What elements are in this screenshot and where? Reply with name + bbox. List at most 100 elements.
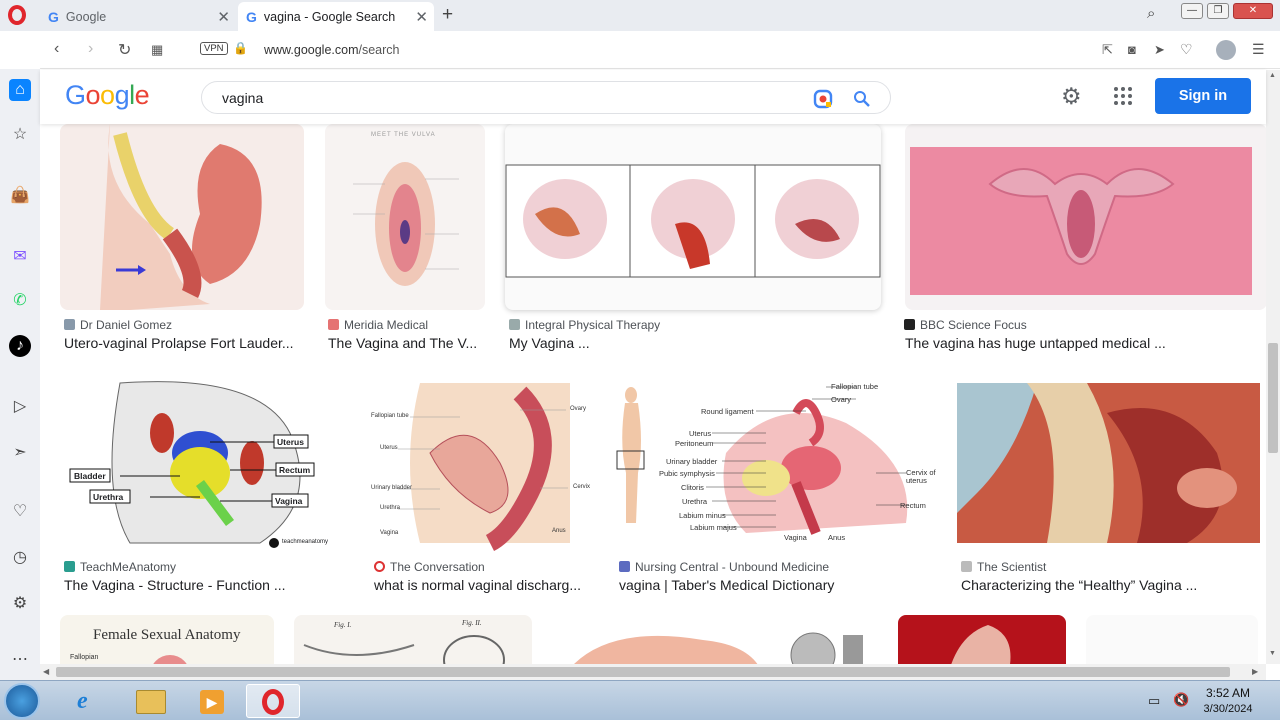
result-image-2[interactable]: MEET THE VULVA (325, 124, 485, 310)
new-tab-icon[interactable]: + (442, 4, 453, 26)
easy-setup-icon[interactable]: ☰ (1252, 41, 1265, 58)
camera-icon[interactable]: ◙ (1128, 42, 1136, 57)
send-icon[interactable]: ➣ (9, 442, 31, 464)
site-favicon-icon (509, 319, 520, 330)
reload-icon[interactable]: ↻ (118, 40, 131, 60)
whatsapp-icon[interactable]: ✆ (9, 290, 31, 312)
google-favicon-icon: G (48, 8, 59, 25)
logo-letter: G (65, 80, 86, 110)
maximize-button[interactable]: ❐ (1207, 3, 1229, 19)
speed-dial-icon[interactable]: ▦ (151, 42, 163, 58)
scroll-right-icon[interactable]: ▶ (1252, 667, 1258, 676)
tab-vagina-search[interactable]: G vagina - Google Search ✕ (238, 2, 434, 31)
close-window-button[interactable]: ✕ (1233, 3, 1273, 19)
tab-label: vagina - Google Search (263, 9, 396, 24)
scroll-left-icon[interactable]: ◀ (43, 667, 49, 676)
scroll-thumb[interactable] (56, 667, 1230, 677)
image-label: Uterus (380, 445, 398, 451)
result-image-8[interactable] (957, 373, 1266, 553)
taskbar-explorer[interactable] (124, 684, 178, 718)
result-image-5[interactable]: Uterus Bladder Rectum Urethra Vagina tea… (60, 373, 350, 553)
logo-letter: o (100, 80, 115, 110)
image-label: Anus (828, 533, 846, 542)
taskbar-ie[interactable]: e (62, 684, 116, 718)
result-image-9[interactable]: Female Sexual Anatomy Fallopian (60, 615, 274, 664)
image-label: Urinary bladder (666, 457, 718, 466)
url-path: /search (358, 43, 400, 57)
image-label: Fallopian tube (831, 382, 879, 391)
image-label: Urethra (93, 492, 124, 502)
result-title[interactable]: The vagina has huge untapped medical ... (905, 335, 1166, 351)
share-icon[interactable]: ⇱ (1102, 42, 1113, 58)
clock-time[interactable]: 3:52 AM (1200, 686, 1256, 700)
forward-icon[interactable]: › (88, 40, 93, 58)
history-icon[interactable]: ◷ (9, 547, 31, 569)
sign-in-button[interactable]: Sign in (1155, 78, 1251, 114)
heart-icon[interactable]: ♡ (1180, 41, 1193, 58)
logo-letter: g (114, 80, 130, 110)
search-box[interactable]: vagina (201, 81, 891, 114)
messenger-icon[interactable]: ✉ (9, 246, 31, 268)
site-favicon-icon (64, 561, 75, 572)
result-image-4[interactable] (905, 124, 1266, 310)
result-image-7[interactable]: Fallopian tube Ovary Round ligament Uter… (616, 373, 936, 553)
player-icon[interactable]: ▷ (9, 396, 31, 418)
opera-sidebar: ⌂ ☆ 👜 ✉ ✆ ♪ ▷ ➣ ♡ ◷ ⚙ ⋯ (0, 69, 40, 680)
clock-date[interactable]: 3/30/2024 (1198, 703, 1258, 715)
scroll-up-icon[interactable]: ▲ (1269, 72, 1276, 79)
search-icon[interactable] (853, 90, 871, 108)
result-title[interactable]: The Vagina - Structure - Function ... (64, 577, 286, 593)
vertical-scrollbar[interactable]: ▲ ▼ (1266, 70, 1280, 664)
shopping-bag-icon[interactable]: 👜 (9, 185, 31, 207)
site-favicon-icon (374, 561, 385, 572)
send-icon[interactable]: ➤ (1154, 42, 1165, 58)
scroll-down-icon[interactable]: ▼ (1269, 650, 1276, 657)
source-label: Dr Daniel Gomez (80, 318, 173, 332)
scroll-thumb[interactable] (1268, 343, 1278, 453)
result-title[interactable]: vagina | Taber's Medical Dictionary (619, 577, 834, 593)
result-image-1[interactable] (60, 124, 304, 310)
taskbar-media[interactable]: ▶ (186, 684, 240, 718)
close-tab-icon[interactable]: ✕ (415, 8, 428, 26)
taskbar-opera[interactable] (246, 684, 300, 718)
back-icon[interactable]: ‹ (54, 40, 59, 58)
result-image-10[interactable]: Fig. I. Fig. II. (294, 615, 532, 664)
tab-google[interactable]: G Google ✕ (40, 2, 236, 31)
volume-muted-icon[interactable]: 🔇 (1173, 692, 1189, 708)
image-label: Round ligament (701, 407, 754, 416)
vpn-badge[interactable]: VPN (200, 42, 228, 55)
result-image-12[interactable] (898, 615, 1066, 664)
minimize-button[interactable]: — (1181, 3, 1203, 19)
settings-gear-icon[interactable]: ⚙ (1061, 83, 1082, 110)
result-image-6[interactable]: Fallopian tube Ovary Uterus Urinary blad… (370, 373, 596, 553)
apps-grid-icon[interactable] (1114, 87, 1132, 105)
result-title[interactable]: Utero-vaginal Prolapse Fort Lauder... (64, 335, 294, 351)
search-input[interactable]: vagina (222, 90, 263, 106)
result-image-3[interactable] (505, 124, 881, 310)
more-icon[interactable]: ⋯ (9, 649, 31, 671)
settings-icon[interactable]: ⚙ (9, 593, 31, 615)
heart-icon[interactable]: ♡ (9, 501, 31, 523)
profile-avatar[interactable] (1216, 40, 1236, 60)
result-image-13[interactable] (1086, 615, 1258, 664)
google-logo[interactable]: Google (65, 80, 150, 111)
result-source: TeachMeAnatomy (64, 560, 176, 574)
result-image-11[interactable] (553, 615, 878, 664)
result-title[interactable]: My Vagina ... (509, 335, 590, 351)
opera-logo[interactable] (8, 5, 26, 25)
tiktok-icon[interactable]: ♪ (9, 335, 31, 357)
url-field[interactable]: www.google.com/search (264, 43, 400, 57)
lock-icon[interactable]: 🔒 (233, 41, 248, 55)
result-title[interactable]: Characterizing the “Healthy” Vagina ... (961, 577, 1197, 593)
result-title[interactable]: The Vagina and The V... (328, 335, 477, 351)
close-tab-icon[interactable]: ✕ (217, 8, 230, 26)
start-button[interactable] (4, 683, 40, 719)
horizontal-scrollbar[interactable]: ◀ ▶ (40, 664, 1266, 680)
image-label: Rectum (900, 501, 926, 510)
search-tabs-icon[interactable]: ⌕ (1147, 5, 1155, 22)
home-icon[interactable]: ⌂ (9, 79, 31, 101)
star-icon[interactable]: ☆ (9, 124, 31, 146)
result-title[interactable]: what is normal vaginal discharg... (374, 577, 581, 593)
google-lens-icon[interactable] (813, 89, 833, 109)
network-icon[interactable]: ▭ (1148, 693, 1160, 709)
